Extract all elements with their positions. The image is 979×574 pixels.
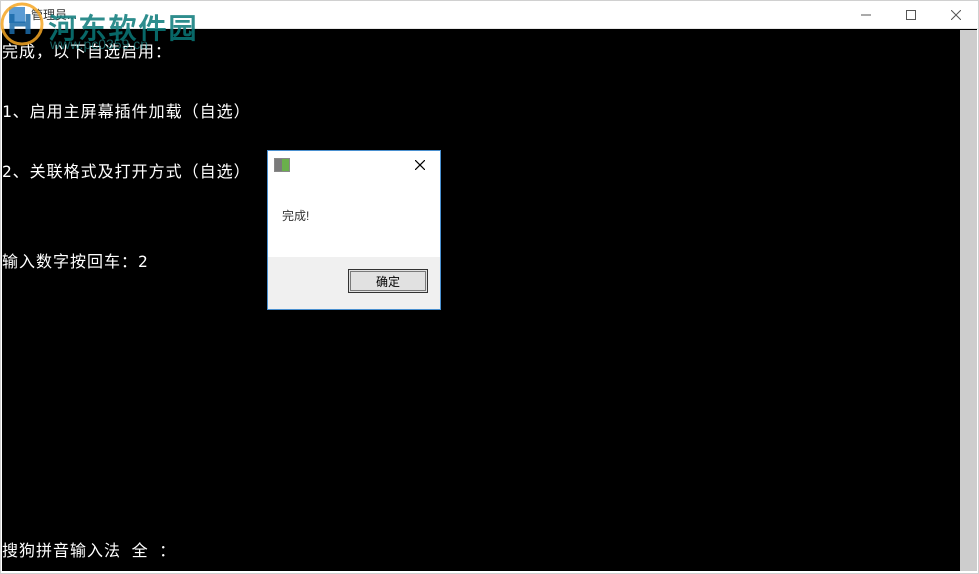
close-button[interactable]	[933, 1, 978, 29]
console-line: 2、关联格式及打开方式（自选）	[2, 157, 977, 187]
console-line: 1、启用主屏幕插件加载（自选）	[2, 97, 977, 127]
dialog-close-button[interactable]	[400, 151, 440, 179]
console-line: 完成，以下自选启用：	[2, 37, 977, 67]
dialog-message: 完成!	[268, 179, 440, 257]
console-area[interactable]: 完成，以下自选启用： 1、启用主屏幕插件加载（自选） 2、关联格式及打开方式（自…	[2, 29, 977, 571]
console-line	[2, 217, 977, 247]
console-line	[2, 67, 977, 97]
dialog-body: 完成! 确定	[268, 179, 440, 309]
dialog-footer: 确定	[268, 257, 440, 305]
dialog-icon	[274, 158, 290, 172]
ime-status: 搜狗拼音输入法 全 ：	[2, 536, 176, 566]
scrollbar-thumb[interactable]	[960, 30, 977, 571]
minimize-button[interactable]	[843, 1, 888, 29]
cmd-icon	[9, 7, 25, 23]
title-left: 管理员...	[1, 6, 77, 23]
console-line	[2, 127, 977, 157]
ok-button[interactable]: 确定	[348, 269, 428, 293]
main-window: 管理员... 完成，以下自选启用： 1、启用主屏幕插件加载（自选） 2、关联格式…	[0, 0, 979, 574]
window-controls	[843, 1, 978, 28]
dialog-titlebar[interactable]	[268, 151, 440, 179]
console-line: 输入数字按回车：2	[2, 247, 977, 277]
maximize-button[interactable]	[888, 1, 933, 29]
message-dialog: 完成! 确定	[267, 150, 441, 310]
console-line	[2, 187, 977, 217]
vertical-scrollbar[interactable]	[960, 30, 977, 571]
window-title: 管理员...	[31, 6, 77, 23]
title-bar: 管理员...	[1, 1, 978, 29]
